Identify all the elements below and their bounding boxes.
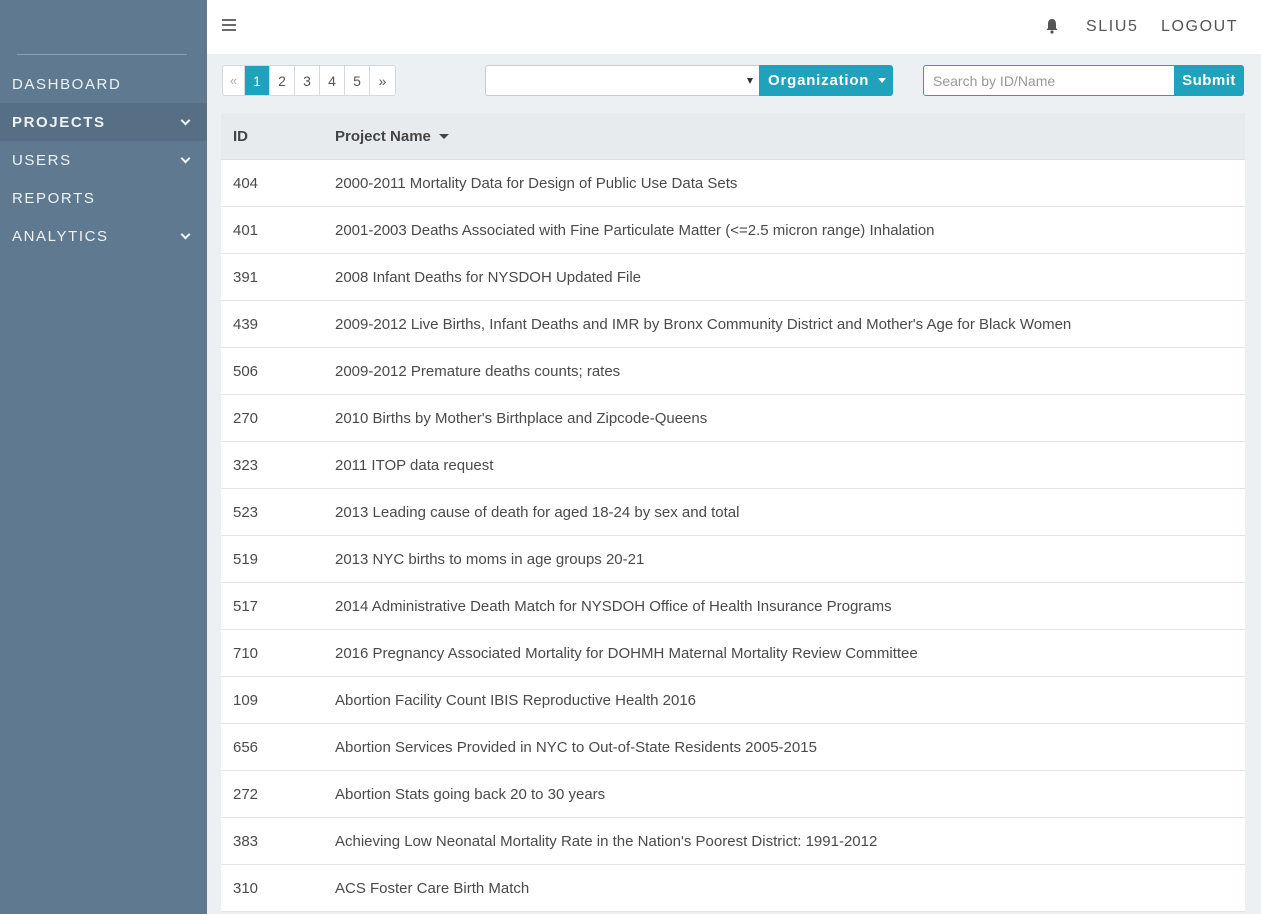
cell-project-name: 2014 Administrative Death Match for NYSD… xyxy=(335,597,892,615)
sidebar-item-label: PROJECTS xyxy=(12,113,106,131)
cell-id: 506 xyxy=(233,362,259,380)
table-row[interactable]: 656 Abortion Services Provided in NYC to … xyxy=(221,724,1245,771)
sidebar-item-label: ANALYTICS xyxy=(12,227,109,245)
cell-project-name: 2011 ITOP data request xyxy=(335,456,494,474)
caret-down-icon xyxy=(878,78,886,83)
organization-dropdown-button[interactable]: Organization xyxy=(759,65,893,96)
page-button-5[interactable]: 5 xyxy=(345,66,370,95)
cell-project-name: 2009-2012 Premature deaths counts; rates xyxy=(335,362,621,380)
bell-icon[interactable] xyxy=(1045,18,1059,34)
sidebar-item-reports[interactable]: REPORTS xyxy=(0,179,207,217)
username-link[interactable]: SLIU5 xyxy=(1086,18,1138,36)
table-row[interactable]: 439 2009-2012 Live Births, Infant Deaths … xyxy=(221,301,1245,348)
cell-project-name: 2013 NYC births to moms in age groups 20… xyxy=(335,550,645,568)
cell-id: 383 xyxy=(233,832,259,850)
prev-page-button[interactable]: « xyxy=(223,66,245,95)
table-row[interactable]: 270 2010 Births by Mother's Birthplace an… xyxy=(221,395,1245,442)
cell-project-name: 2008 Infant Deaths for NYSDOH Updated Fi… xyxy=(335,268,641,286)
table-row[interactable]: 710 2016 Pregnancy Associated Mortality f… xyxy=(221,630,1245,677)
cell-project-name: Abortion Services Provided in NYC to Out… xyxy=(335,738,817,756)
table-row[interactable]: 519 2013 NYC births to moms in age groups… xyxy=(221,536,1245,583)
cell-id: 519 xyxy=(233,550,259,568)
cell-project-name: 2009-2012 Live Births, Infant Deaths and… xyxy=(335,315,1072,333)
projects-table: ID Project Name 404 2000-2011 Mortality D… xyxy=(221,113,1245,912)
chevron-down-icon xyxy=(180,229,191,239)
column-header-id[interactable]: ID xyxy=(221,128,335,145)
hamburger-icon[interactable] xyxy=(222,19,236,33)
table-row[interactable]: 109 Abortion Facility Count IBIS Reproduc… xyxy=(221,677,1245,724)
table-row[interactable]: 383 Achieving Low Neonatal Mortality Rate… xyxy=(221,818,1245,865)
submit-button[interactable]: Submit xyxy=(1174,65,1244,96)
sidebar-item-analytics[interactable]: ANALYTICS xyxy=(0,217,207,255)
page-button-2[interactable]: 2 xyxy=(270,66,295,95)
logout-link[interactable]: LOGOUT xyxy=(1161,18,1238,36)
page-button-4[interactable]: 4 xyxy=(320,66,345,95)
cell-id: 656 xyxy=(233,738,259,756)
table-row[interactable]: 323 2011 ITOP data request xyxy=(221,442,1245,489)
pagination: « 1 2 3 4 5 » xyxy=(222,65,396,96)
cell-id: 270 xyxy=(233,409,259,427)
cell-project-name: 2013 Leading cause of death for aged 18-… xyxy=(335,503,740,521)
sidebar-item-users[interactable]: USERS xyxy=(0,141,207,179)
cell-id: 310 xyxy=(233,879,259,897)
organization-select[interactable] xyxy=(485,65,760,96)
table-row[interactable]: 404 2000-2011 Mortality Data for Design o… xyxy=(221,160,1245,207)
table-row[interactable]: 401 2001-2003 Deaths Associated with Fine… xyxy=(221,207,1245,254)
search-input[interactable] xyxy=(923,65,1175,96)
table-row[interactable]: 506 2009-2012 Premature deaths counts; ra… xyxy=(221,348,1245,395)
page-button-3[interactable]: 3 xyxy=(295,66,320,95)
cell-id: 517 xyxy=(233,597,259,615)
sidebar: DASHBOARD PROJECTS USERS REPORTS ANALYTI… xyxy=(0,0,207,914)
chevron-down-icon xyxy=(180,153,191,163)
cell-id: 272 xyxy=(233,785,259,803)
cell-project-name: Achieving Low Neonatal Mortality Rate in… xyxy=(335,832,878,850)
table-row[interactable]: 391 2008 Infant Deaths for NYSDOH Updated… xyxy=(221,254,1245,301)
cell-project-name: ACS Foster Care Birth Match xyxy=(335,879,530,897)
cell-project-name: 2016 Pregnancy Associated Mortality for … xyxy=(335,644,918,662)
sidebar-item-label: REPORTS xyxy=(12,189,96,207)
chevron-down-icon xyxy=(180,115,191,125)
table-row[interactable]: 310 ACS Foster Care Birth Match xyxy=(221,865,1245,912)
cell-id: 323 xyxy=(233,456,259,474)
organization-button-label: Organization xyxy=(768,72,870,89)
cell-project-name: 2001-2003 Deaths Associated with Fine Pa… xyxy=(335,221,935,239)
cell-id: 391 xyxy=(233,268,259,286)
sidebar-divider xyxy=(17,54,187,55)
table-row[interactable]: 272 Abortion Stats going back 20 to 30 ye… xyxy=(221,771,1245,818)
cell-id: 523 xyxy=(233,503,259,521)
table-row[interactable]: 523 2013 Leading cause of death for aged … xyxy=(221,489,1245,536)
sidebar-item-label: DASHBOARD xyxy=(12,75,122,93)
cell-project-name: Abortion Stats going back 20 to 30 years xyxy=(335,785,606,803)
caret-down-icon xyxy=(747,78,753,84)
sidebar-item-dashboard[interactable]: DASHBOARD xyxy=(0,65,207,103)
cell-project-name: 2010 Births by Mother's Birthplace and Z… xyxy=(335,409,708,427)
cell-id: 109 xyxy=(233,691,259,709)
next-page-button[interactable]: » xyxy=(370,66,395,95)
column-header-project-name[interactable]: Project Name xyxy=(335,128,449,145)
sort-caret-icon xyxy=(438,133,449,139)
cell-id: 404 xyxy=(233,174,259,192)
cell-id: 401 xyxy=(233,221,259,239)
sidebar-item-projects[interactable]: PROJECTS xyxy=(0,103,207,141)
cell-id: 439 xyxy=(233,315,259,333)
cell-id: 710 xyxy=(233,644,259,662)
column-header-label: Project Name xyxy=(335,127,431,145)
cell-project-name: Abortion Facility Count IBIS Reproductiv… xyxy=(335,691,697,709)
table-row[interactable]: 517 2014 Administrative Death Match for N… xyxy=(221,583,1245,630)
sidebar-item-label: USERS xyxy=(12,151,72,169)
sidebar-nav: DASHBOARD PROJECTS USERS REPORTS ANALYTI… xyxy=(0,65,207,255)
table-header: ID Project Name xyxy=(221,113,1245,160)
top-bar: SLIU5 LOGOUT xyxy=(207,0,1261,54)
cell-project-name: 2000-2011 Mortality Data for Design of P… xyxy=(335,174,738,192)
page-button-1[interactable]: 1 xyxy=(245,66,270,95)
